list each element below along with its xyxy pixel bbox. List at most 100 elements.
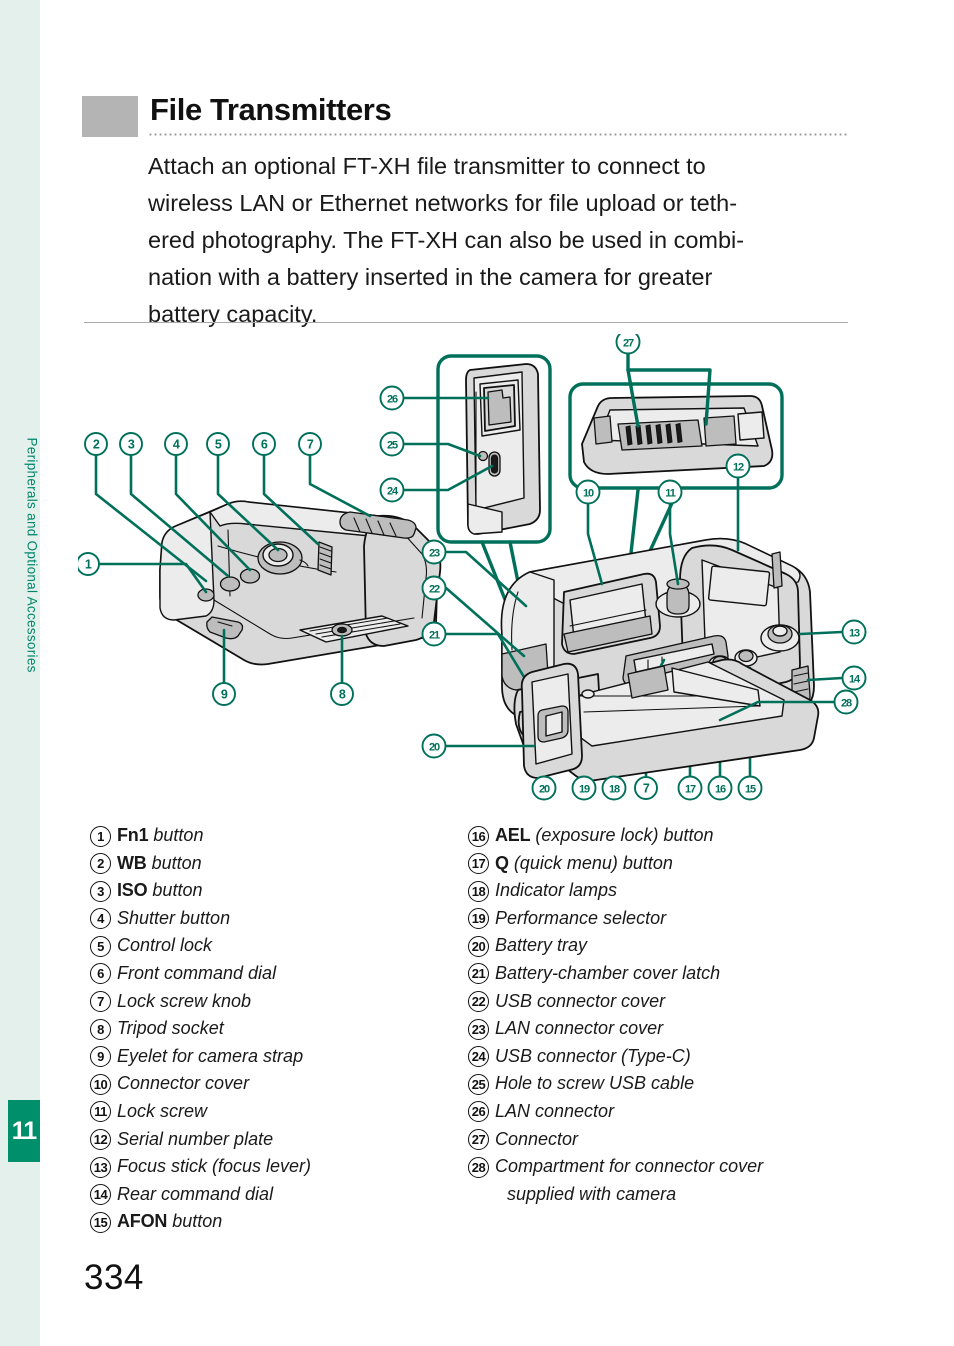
legend-item-label: Control lock — [117, 935, 213, 956]
svg-text:16: 16 — [715, 784, 726, 796]
legend-item-label: Indicator lamps — [495, 880, 618, 901]
intro-paragraph: Attach an optional FT-XH file transmitte… — [148, 148, 848, 333]
legend-item-number: 2 — [90, 853, 111, 875]
legend-item-label: Serial number plate — [117, 1128, 274, 1149]
legend-item: 17 Q (quick menu) button — [468, 850, 868, 878]
callout-9: 9 — [212, 682, 236, 706]
chapter-number-badge: 11 — [8, 1100, 40, 1162]
legend-item: 10 Connector cover — [90, 1070, 460, 1098]
callout-7-rear: 7 — [634, 776, 658, 800]
svg-text:3: 3 — [128, 438, 135, 452]
legend-item-number: 13 — [90, 1156, 111, 1178]
svg-text:19: 19 — [579, 784, 590, 796]
svg-text:7: 7 — [643, 782, 650, 796]
legend-item-label: Lock screw — [117, 1100, 208, 1121]
legend-item: 19 Performance selector — [468, 905, 868, 933]
legend-item-number: 4 — [90, 908, 111, 930]
legend-item-control-name: WB — [117, 852, 147, 873]
svg-text:12: 12 — [733, 462, 744, 474]
legend-item-number: 14 — [90, 1184, 111, 1206]
legend-item: 11 Lock screw — [90, 1098, 460, 1126]
legend-item-control-name: ISO — [117, 880, 148, 901]
legend-item-label: LAN connector — [495, 1100, 615, 1121]
legend-item: 2 WB button — [90, 850, 460, 878]
svg-text:27: 27 — [623, 338, 634, 350]
callout-12: 12 — [725, 453, 751, 479]
legend-item-number: 17 — [468, 853, 489, 875]
callout-1: 1 — [78, 552, 100, 576]
legend-item: 6 Front command dial — [90, 960, 460, 988]
intro-line-4: nation with a battery inserted in the ca… — [148, 264, 713, 290]
section-divider-rule — [84, 322, 848, 323]
legend-item-label: Performance selector — [495, 907, 667, 928]
callout-25: 25 — [379, 431, 405, 457]
svg-text:8: 8 — [339, 688, 346, 702]
legend-item-number: 7 — [90, 991, 111, 1013]
legend-item-label: Hole to screw USB cable — [495, 1073, 695, 1094]
legend-item-control-name: Fn1 — [117, 825, 149, 845]
legend-item-label: Connector — [495, 1128, 579, 1149]
legend-item-label: USB connector cover — [495, 990, 666, 1011]
legend-item-label: Eyelet for camera strap — [117, 1045, 304, 1066]
legend-item: 20 Battery tray — [468, 932, 868, 960]
svg-text:4: 4 — [173, 438, 180, 452]
section-marker-swatch — [82, 96, 138, 137]
callout-16: 16 — [707, 775, 733, 801]
legend-item-label: Rear command dial — [117, 1183, 274, 1204]
legend-item-number: 18 — [468, 880, 489, 902]
legend-item: 9 Eyelet for camera strap — [90, 1043, 460, 1071]
legend-item-number: 15 — [90, 1211, 111, 1233]
legend-item-label: AFON button — [117, 1211, 223, 1232]
legend-item-number: 26 — [468, 1101, 489, 1123]
callout-17: 17 — [677, 775, 703, 801]
legend-item-label: AEL (exposure lock) button — [495, 825, 714, 845]
callout-23: 23 — [421, 539, 447, 565]
callout-2: 2 — [84, 432, 108, 456]
callout-26: 26 — [379, 385, 405, 411]
page-number: 334 — [84, 1258, 144, 1297]
callout-7-front: 7 — [298, 432, 322, 456]
legend-column-right: 16 AEL (exposure lock) button 17 Q (quick m… — [468, 822, 868, 1208]
legend-item-number: 6 — [90, 963, 111, 985]
legend-item: 8 Tripod socket — [90, 1015, 460, 1043]
chapter-section-label: Peripherals and Optional Accessories — [24, 437, 40, 673]
contact-block-inset — [568, 382, 784, 490]
legend-item: 22 USB connector cover — [468, 988, 868, 1016]
legend-item: 21 Battery-chamber cover latch — [468, 960, 868, 988]
svg-text:5: 5 — [215, 438, 222, 452]
intro-line-5: battery capacity. — [148, 301, 318, 327]
svg-text:22: 22 — [429, 584, 440, 596]
legend-item-number: 21 — [468, 963, 489, 985]
svg-text:6: 6 — [261, 438, 268, 452]
chapter-rail: Peripherals and Optional Accessories 11 — [0, 0, 40, 1346]
svg-text:23: 23 — [429, 548, 440, 560]
callout-14: 14 — [841, 665, 867, 691]
legend-item: 15 AFON button — [90, 1208, 460, 1236]
callout-22: 22 — [421, 575, 447, 601]
callout-19: 19 — [571, 775, 597, 801]
legend-item-number: 12 — [90, 1129, 111, 1151]
legend-item-label: Battery-chamber cover latch — [495, 962, 721, 983]
svg-text:18: 18 — [609, 784, 620, 796]
legend-item-label: ISO button — [117, 880, 203, 901]
intro-line-2: wireless LAN or Ethernet networks for fi… — [148, 190, 738, 216]
callout-24: 24 — [379, 477, 405, 503]
svg-text:11: 11 — [665, 488, 675, 500]
callout-8: 8 — [330, 682, 354, 706]
diagram-svg: .ln{fill:none;stroke:#111;stroke-width:1… — [78, 334, 867, 801]
intro-line-3: ered photography. The FT-XH can also be … — [148, 227, 745, 253]
legend-item-label: Q (quick menu) button — [495, 852, 673, 873]
svg-text:7: 7 — [307, 438, 314, 452]
title-dotted-rule — [148, 133, 848, 136]
legend-item: 26 LAN connector — [468, 1098, 868, 1126]
legend-item-control-name: AFON — [117, 1211, 168, 1232]
svg-text:20: 20 — [429, 742, 440, 754]
callout-6: 6 — [252, 432, 276, 456]
callout-21: 21 — [421, 621, 447, 647]
callout-5: 5 — [206, 432, 230, 456]
callout-13: 13 — [841, 619, 867, 645]
legend-item-number: 5 — [90, 935, 111, 957]
svg-text:15: 15 — [745, 784, 756, 796]
legend-item-label: Lock screw knob — [117, 990, 252, 1011]
callout-20-tray: 20 — [421, 733, 447, 759]
